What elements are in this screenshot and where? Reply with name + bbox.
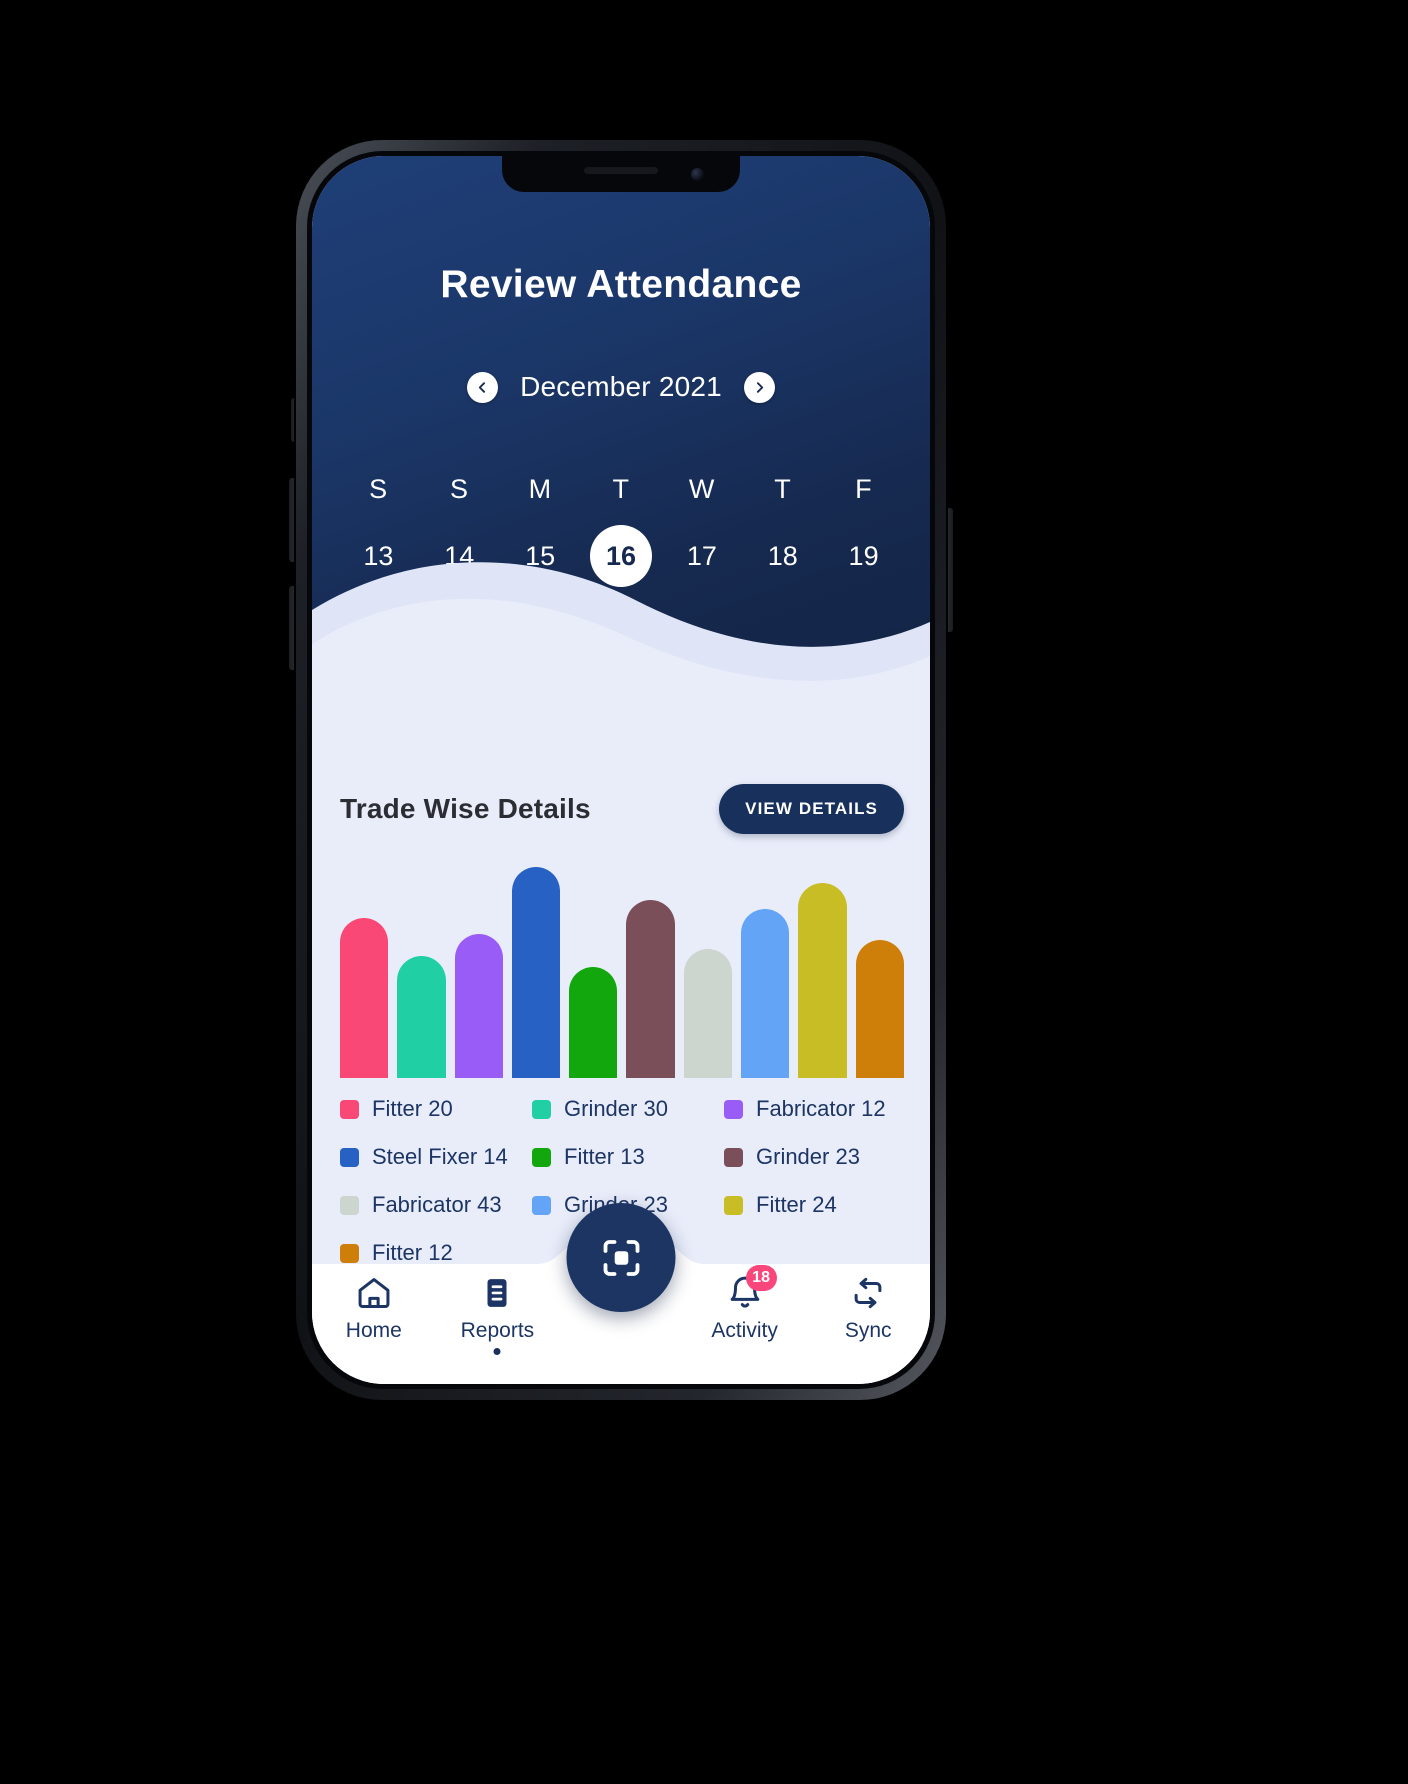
legend-item[interactable]: Fitter 24: [724, 1192, 910, 1218]
scan-icon: [603, 1239, 639, 1276]
activity-badge: 18: [745, 1265, 777, 1291]
weekday-label: F: [855, 474, 873, 504]
bar-grinder-30[interactable]: [397, 955, 446, 1078]
legend-swatch: [724, 1147, 743, 1167]
legend-label: Fitter 24: [756, 1192, 837, 1217]
bar-fitter-20[interactable]: [340, 918, 389, 1078]
weekday-label: M: [528, 474, 552, 504]
bar-fabricator-43[interactable]: [683, 949, 733, 1078]
phone-frame: Review Attendance December 2021 S S M T …: [296, 140, 946, 1400]
legend-swatch: [724, 1099, 743, 1119]
legend-label: Grinder 30: [564, 1096, 668, 1121]
phone-notch: [502, 156, 740, 192]
document-icon: [478, 1274, 516, 1312]
bottom-navigation-bar: Home Reports 18 Activity Sync: [312, 1203, 930, 1384]
front-camera: [691, 168, 704, 181]
weekday-label: T: [612, 474, 630, 504]
chevron-left-icon[interactable]: [467, 371, 499, 403]
screenshot-stage: Review Attendance December 2021 S S M T …: [0, 0, 1408, 1784]
trade-wise-bar-chart: [340, 856, 904, 1078]
sync-icon: [849, 1274, 887, 1312]
legend-label: Grinder 23: [756, 1144, 860, 1169]
weekday-label: W: [688, 474, 715, 504]
legend-swatch: [532, 1195, 551, 1215]
nav-label: Reports: [460, 1319, 535, 1342]
legend-item[interactable]: Grinder 23: [724, 1144, 910, 1170]
document-glyph: [487, 1279, 507, 1307]
legend-swatch: [532, 1147, 551, 1167]
legend-label: Fitter 20: [372, 1096, 453, 1121]
nav-item-home[interactable]: Home: [312, 1274, 436, 1343]
legend-item[interactable]: Fitter 20: [340, 1096, 526, 1122]
scan-fab-button[interactable]: [566, 1203, 676, 1312]
legend-swatch: [340, 1147, 359, 1167]
legend-label: Fabricator 43: [372, 1192, 502, 1217]
nav-item-sync[interactable]: Sync: [806, 1274, 930, 1343]
wave-divider: [312, 562, 930, 716]
legend-item[interactable]: Steel Fixer 14: [340, 1144, 526, 1170]
chevron-right-icon[interactable]: [743, 371, 775, 403]
bar-fitter-12[interactable]: [855, 940, 904, 1078]
section-header: Trade Wise Details VIEW DETAILS: [340, 784, 904, 834]
legend-swatch: [532, 1099, 551, 1119]
legend-item[interactable]: Fabricator 12: [724, 1096, 910, 1122]
legend-swatch: [724, 1195, 743, 1215]
nav-label: Activity: [711, 1319, 778, 1342]
weekday-label: S: [369, 474, 388, 504]
bar-grinder-23[interactable]: [626, 900, 675, 1078]
bar-fabricator-12[interactable]: [454, 933, 503, 1078]
weekday-cell: S: [338, 474, 419, 505]
legend-item[interactable]: Fitter 13: [532, 1144, 718, 1170]
weekday-header-row: S S M T W T F: [338, 474, 904, 505]
legend-item[interactable]: Fabricator 43: [340, 1192, 526, 1218]
nav-label: Sync: [844, 1319, 892, 1342]
month-label: December 2021: [520, 371, 722, 402]
bar-steel-fixer-14[interactable]: [511, 867, 561, 1078]
page-title: Review Attendance: [440, 263, 802, 306]
phone-screen: Review Attendance December 2021 S S M T …: [312, 156, 930, 1384]
nav-item-reports[interactable]: Reports: [436, 1274, 560, 1355]
month-navigator: December 2021: [312, 371, 930, 403]
weekday-cell: T: [581, 474, 662, 505]
weekday-cell: W: [661, 474, 742, 505]
weekday-label: S: [450, 474, 469, 504]
bar-fitter-13[interactable]: [569, 967, 618, 1078]
weekday-cell: S: [419, 474, 500, 505]
nav-item-activity[interactable]: 18 Activity: [683, 1265, 807, 1343]
bar-grinder-23b[interactable]: [741, 909, 790, 1078]
home-icon: [355, 1274, 393, 1312]
legend-label: Fabricator 12: [756, 1096, 886, 1121]
legend-swatch: [340, 1099, 359, 1119]
legend-label: Steel Fixer 14: [372, 1144, 508, 1169]
weekday-cell: T: [742, 474, 823, 505]
weekday-label: T: [774, 474, 792, 504]
legend-label: Fitter 13: [564, 1144, 645, 1169]
bell-icon: 18: [726, 1265, 777, 1312]
section-title: Trade Wise Details: [340, 793, 591, 824]
bar-fitter-24[interactable]: [798, 882, 847, 1078]
nav-label: Home: [345, 1319, 402, 1342]
earpiece-speaker: [584, 167, 658, 174]
phone-bezel: Review Attendance December 2021 S S M T …: [307, 151, 935, 1389]
weekday-cell: F: [823, 474, 904, 505]
legend-swatch: [340, 1195, 359, 1215]
active-tab-indicator: [493, 1348, 501, 1355]
view-details-button[interactable]: VIEW DETAILS: [719, 784, 904, 834]
app-header: Review Attendance December 2021 S S M T …: [312, 156, 930, 716]
weekday-cell: M: [500, 474, 581, 505]
legend-item[interactable]: Grinder 30: [532, 1096, 718, 1122]
